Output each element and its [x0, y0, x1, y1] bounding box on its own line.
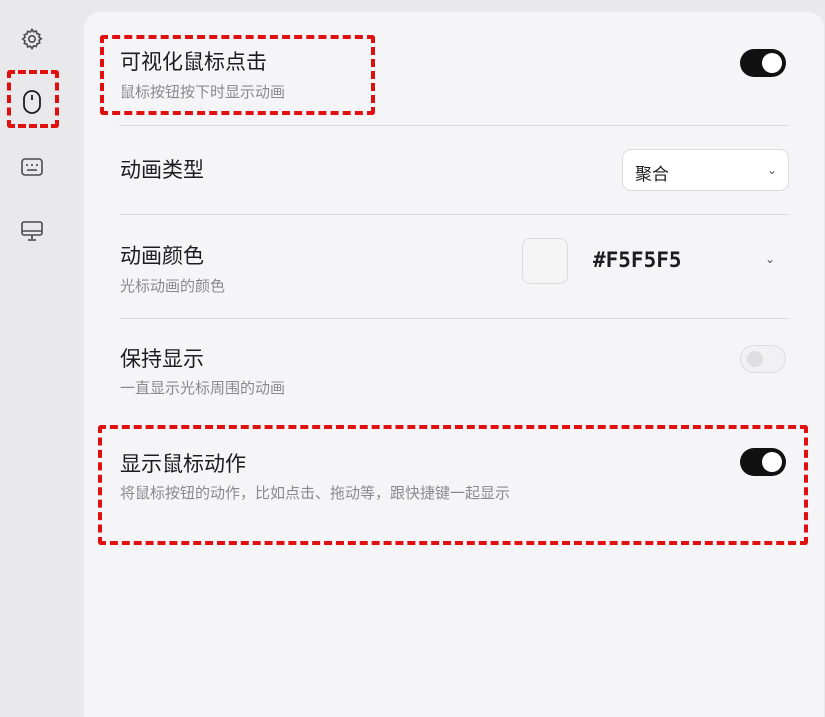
color-swatch[interactable]: [522, 238, 568, 284]
keep-visible-toggle[interactable]: [740, 345, 786, 373]
show-mouse-actions-highlight-box: [98, 425, 808, 545]
divider: [119, 214, 789, 215]
visualize-click-toggle[interactable]: [740, 49, 786, 77]
sidebar: [0, 0, 84, 717]
keyboard-icon[interactable]: [18, 153, 46, 181]
chevron-down-icon[interactable]: ⌄: [765, 252, 775, 266]
animation-type-select[interactable]: 聚合 ⌄: [622, 149, 789, 191]
toggle-knob: [747, 351, 763, 367]
animation-color-subtitle: 光标动画的颜色: [120, 277, 226, 295]
visualize-click-highlight-box: [100, 35, 375, 115]
animation-type-title: 动画类型: [120, 158, 204, 182]
divider: [119, 125, 789, 126]
color-hex-value[interactable]: #F5F5F5: [593, 248, 682, 272]
gear-icon[interactable]: [18, 25, 46, 53]
keep-visible-subtitle: 一直显示光标周围的动画: [120, 379, 286, 397]
display-icon[interactable]: [18, 217, 46, 245]
animation-type-value: 聚合: [635, 165, 669, 185]
toggle-knob: [762, 53, 782, 73]
animation-color-title: 动画颜色: [120, 244, 204, 268]
chevron-down-icon: ⌄: [767, 163, 778, 177]
sidebar-highlight-box: [7, 70, 59, 128]
keep-visible-title: 保持显示: [120, 347, 204, 371]
divider: [119, 318, 789, 319]
